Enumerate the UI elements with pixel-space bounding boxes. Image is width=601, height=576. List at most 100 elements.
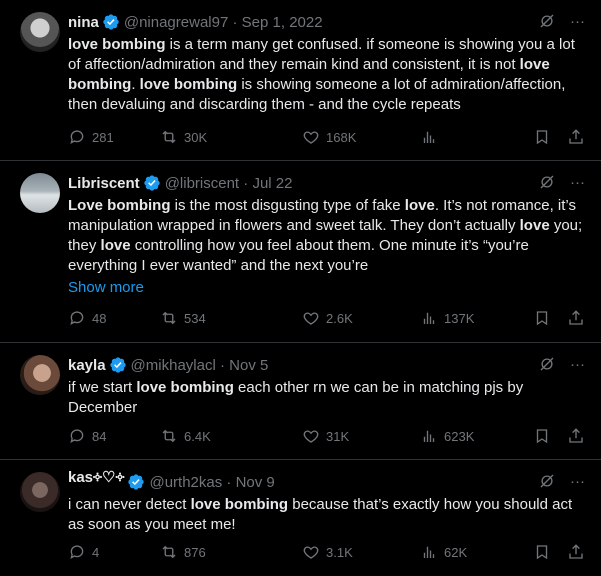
grok-icon[interactable]: [538, 12, 556, 30]
views-button[interactable]: 62K: [420, 543, 467, 561]
tweet-header: nina @ninagrewal97 · Sep 1, 2022 ···: [68, 12, 585, 32]
share-button[interactable]: [567, 427, 585, 445]
reply-button[interactable]: 84: [68, 427, 106, 445]
timestamp[interactable]: Jul 22: [252, 175, 292, 192]
reply-button[interactable]: 48: [68, 309, 106, 327]
highlighted-keyword: love bombing: [190, 496, 289, 513]
like-icon: [302, 128, 320, 146]
views-count: 623K: [444, 428, 475, 444]
tweet-actions: 4 876 3.1K 62K: [68, 542, 585, 562]
text-fragment: is the most disgusting type of fake: [170, 197, 405, 214]
grok-icon[interactable]: [538, 472, 556, 490]
more-icon[interactable]: ···: [570, 356, 585, 373]
avatar[interactable]: [20, 355, 60, 395]
text-fragment: if we start: [68, 379, 137, 396]
highlighted-keyword: love: [519, 217, 550, 234]
tweet-actions: 84 6.4K 31K 623K: [68, 426, 585, 446]
tweet[interactable]: nina @ninagrewal97 · Sep 1, 2022 ··· lov…: [0, 0, 601, 161]
more-icon[interactable]: ···: [570, 473, 585, 490]
share-icon: [567, 543, 585, 561]
avatar[interactable]: [20, 12, 60, 52]
more-icon[interactable]: ···: [570, 174, 585, 191]
handle[interactable]: @libriscent: [165, 175, 239, 192]
timestamp[interactable]: Nov 9: [236, 474, 275, 491]
verified-badge-icon: [109, 356, 127, 374]
tweet-actions: 48 534 2.6K 137K: [68, 308, 585, 328]
bookmark-button[interactable]: [533, 543, 551, 561]
retweet-count: 534: [184, 310, 206, 326]
timestamp[interactable]: Sep 1, 2022: [242, 14, 323, 31]
show-more-link[interactable]: Show more: [68, 278, 585, 298]
bookmark-button[interactable]: [533, 309, 551, 327]
avatar[interactable]: [20, 173, 60, 213]
like-button[interactable]: 3.1K: [302, 543, 353, 561]
highlighted-keyword: love: [404, 197, 435, 214]
share-button[interactable]: [567, 128, 585, 146]
views-button[interactable]: [420, 128, 444, 146]
separator: ·: [232, 13, 238, 31]
views-icon: [420, 128, 438, 146]
like-count: 2.6K: [326, 310, 353, 326]
grok-icon[interactable]: [538, 173, 556, 191]
like-button[interactable]: 2.6K: [302, 309, 353, 327]
reply-count: 84: [92, 428, 107, 444]
text-fragment: .: [131, 76, 140, 93]
retweet-count: 6.4K: [184, 428, 211, 444]
tweet[interactable]: kas༓♡༓ @urth2kas · Nov 9 ··· i can never…: [0, 460, 601, 576]
share-icon: [567, 427, 585, 445]
header-actions: ···: [538, 472, 585, 490]
like-count: 3.1K: [326, 544, 353, 560]
bookmark-button[interactable]: [533, 427, 551, 445]
reply-button[interactable]: 281: [68, 128, 114, 146]
views-icon: [420, 427, 438, 445]
display-name[interactable]: nina: [68, 14, 99, 31]
tweet-content: kas༓♡༓ @urth2kas · Nov 9 ··· i can never…: [68, 469, 585, 535]
views-count: 137K: [444, 310, 475, 326]
more-icon[interactable]: ···: [570, 13, 585, 30]
retweet-button[interactable]: 534: [160, 309, 206, 327]
like-icon: [302, 543, 320, 561]
timeline: nina @ninagrewal97 · Sep 1, 2022 ··· lov…: [0, 0, 601, 576]
views-button[interactable]: 623K: [420, 427, 474, 445]
reply-count: 4: [92, 544, 100, 560]
retweet-icon: [160, 128, 178, 146]
reply-button[interactable]: 4: [68, 543, 99, 561]
tweet-text: Love bombing is the most disgusting type…: [68, 196, 585, 276]
retweet-button[interactable]: 6.4K: [160, 427, 211, 445]
tweet-header: Libriscent @libriscent · Jul 22 ···: [68, 173, 585, 193]
share-button[interactable]: [567, 309, 585, 327]
retweet-icon: [160, 543, 178, 561]
highlighted-keyword: love: [100, 237, 131, 254]
retweet-button[interactable]: 876: [160, 543, 206, 561]
display-name[interactable]: Libriscent: [68, 175, 140, 192]
separator: ·: [219, 356, 225, 374]
tweet-header: kayla @mikhaylacl · Nov 5 ···: [68, 355, 585, 375]
share-button[interactable]: [567, 543, 585, 561]
avatar[interactable]: [20, 472, 60, 512]
like-button[interactable]: 168K: [302, 128, 356, 146]
reply-icon: [68, 128, 86, 146]
handle[interactable]: @mikhaylacl: [131, 357, 216, 374]
tweet[interactable]: kayla @mikhaylacl · Nov 5 ··· if we star…: [0, 343, 601, 460]
verified-badge-icon: [127, 473, 145, 491]
like-count: 168K: [326, 129, 357, 145]
display-name[interactable]: kayla: [68, 357, 106, 374]
tweet-text: love bombing is a term many get confused…: [68, 35, 585, 115]
views-button[interactable]: 137K: [420, 309, 474, 327]
like-button[interactable]: 31K: [302, 427, 349, 445]
tweet[interactable]: Libriscent @libriscent · Jul 22 ··· Love…: [0, 161, 601, 343]
handle[interactable]: @urth2kas: [149, 474, 222, 491]
share-icon: [567, 309, 585, 327]
retweet-button[interactable]: 30K: [160, 128, 207, 146]
timestamp[interactable]: Nov 5: [229, 357, 268, 374]
like-count: 31K: [326, 428, 350, 444]
reply-icon: [68, 309, 86, 327]
header-actions: ···: [538, 173, 585, 191]
bookmark-icon: [533, 543, 551, 561]
handle[interactable]: @ninagrewal97: [124, 14, 228, 31]
grok-icon[interactable]: [538, 355, 556, 373]
bookmark-button[interactable]: [533, 128, 551, 146]
retweet-count: 30K: [184, 129, 208, 145]
reply-icon: [68, 543, 86, 561]
highlighted-keyword: love bombing: [136, 379, 234, 396]
